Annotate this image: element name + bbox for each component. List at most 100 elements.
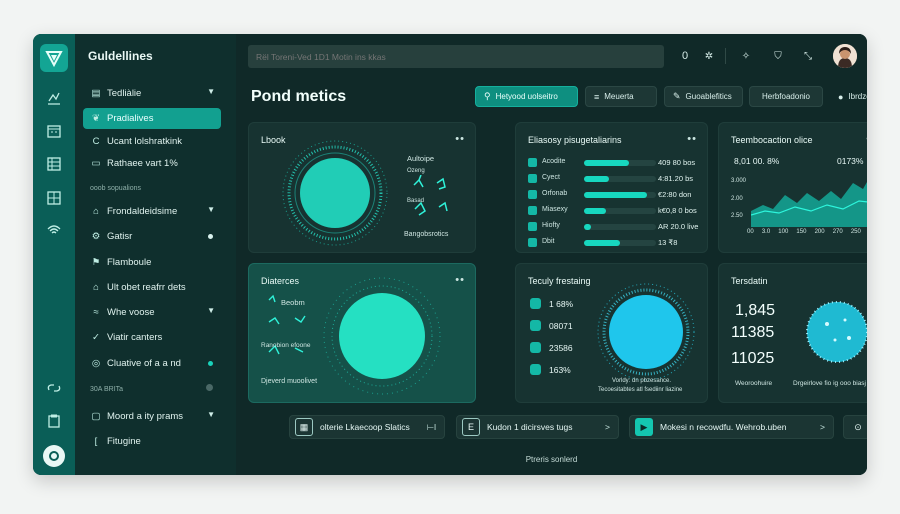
- bottom-button-mokesi[interactable]: ▶ Mokesi n recowdfu. Wehrob.uben >: [629, 415, 834, 439]
- more-icon[interactable]: ••: [687, 133, 697, 145]
- pen-icon: ✎: [673, 91, 681, 101]
- link-icon[interactable]: [45, 379, 63, 397]
- pill-guoable[interactable]: ✎ Guoablefitics: [664, 86, 743, 107]
- sidebar-item-gatisr[interactable]: ⚙ Gatisr: [83, 226, 221, 247]
- metric-icon: [528, 158, 537, 167]
- status-dot: [208, 234, 213, 239]
- sidebar-item-label: Moord a ity prams: [107, 411, 184, 422]
- sidebar-item-tedlialie[interactable]: ▤ Tedliàlie ▼: [83, 83, 221, 104]
- particle-orb: [282, 140, 388, 246]
- lbook-label: Ozeng: [407, 168, 425, 174]
- progress-fill: [584, 192, 648, 198]
- section-toggle[interactable]: [83, 381, 221, 395]
- sidebar-item-label: Viatir canters: [107, 332, 163, 343]
- teculy-item: 1 68%: [530, 298, 573, 309]
- wifi-icon[interactable]: [45, 221, 63, 239]
- sidebar-item-moord[interactable]: ▢ Moord a ity prams ▼: [83, 406, 221, 427]
- teculy-item: 08071: [530, 320, 573, 331]
- sidebar: Guldellines ▤ Tedliàlie ▼ ❦ Pradialives …: [75, 34, 236, 475]
- metric-row: Dbit 13 ₹8: [528, 237, 690, 249]
- app-title: Guldellines: [88, 49, 153, 63]
- particle-orb: [323, 277, 441, 395]
- circle-dot-icon: ⊙: [854, 421, 862, 432]
- y-tick: 2.00: [731, 196, 743, 202]
- card-diaterces: Diaterces •• Beobm Ranobion efoone Djeve…: [248, 263, 476, 403]
- count-text: 0: [681, 50, 689, 62]
- area-chart: [751, 182, 867, 227]
- sidebar-item-ult-obet[interactable]: ⌂ Ult obet reafrr dets: [83, 277, 221, 298]
- pill-label: Guoablefitics: [685, 92, 732, 101]
- lbook-caption: Bangobsrotics: [404, 231, 449, 238]
- sidebar-item-label: Tedliàlie: [107, 88, 142, 99]
- card-lbook: Lbook •• Aultoipe Ozeng Basad Bangobsrot…: [248, 122, 476, 253]
- logo-icon[interactable]: [40, 44, 68, 72]
- chevron-down-icon: ▼: [207, 306, 215, 315]
- sidebar-item-viatir[interactable]: ✓ Viatir canters: [83, 327, 221, 348]
- sidebar-item-whe-voose[interactable]: ≈ Whe voose ▼: [83, 302, 221, 323]
- flag-icon: ⚑: [91, 257, 101, 268]
- tersdatin-caption: Weoroohuire: [735, 380, 773, 387]
- tag-icon: ▭: [91, 158, 101, 169]
- star-icon[interactable]: ✧: [739, 49, 753, 63]
- settings-icon[interactable]: ✲: [702, 49, 716, 63]
- pill-meuerta[interactable]: ≡ Meuerta: [585, 86, 657, 107]
- grid-icon: ▦: [295, 418, 313, 436]
- footer-text: Ptreris sonlerd: [525, 455, 578, 464]
- bottom-button-next[interactable]: ⊙ →: [843, 415, 867, 439]
- more-icon[interactable]: ••: [455, 274, 465, 286]
- table-icon[interactable]: [45, 155, 63, 173]
- pill-label: Herbfoadonio: [761, 92, 811, 101]
- sidebar-item-ucant[interactable]: C Ucant lolshratkink: [83, 131, 221, 152]
- clipboard-icon[interactable]: [45, 412, 63, 430]
- metric-icon: [528, 206, 537, 215]
- card-tersdatin: Tersdatin 1,845 11385 11025 Weoroohuire …: [718, 263, 867, 403]
- pill-ibrdzo[interactable]: ● Ibrdzo: [829, 86, 867, 107]
- diaterces-caption: Djeverd muoolivet: [261, 378, 318, 385]
- progress-fill: [584, 224, 592, 230]
- metric-label: Hiofty: [542, 222, 560, 229]
- particle-orb: [806, 301, 867, 363]
- sidebar-item-flamboule[interactable]: ⚑ Flamboule: [83, 252, 221, 273]
- progress-fill: [584, 208, 606, 214]
- metric-row: Orfonab €2:80 don: [528, 189, 692, 201]
- sidebar-item-fitugine[interactable]: [ Fitugine: [83, 431, 221, 452]
- expand-icon[interactable]: ⤡: [801, 49, 815, 63]
- bottom-button-statics[interactable]: ▦ olterie Lkaecoop Slatics ⊢l: [289, 415, 445, 439]
- metric-row: Acodite 409 80 bos: [528, 157, 695, 169]
- x-tick: 200: [814, 229, 825, 235]
- sidebar-item-pradialives[interactable]: ❦ Pradialives: [83, 108, 221, 129]
- progress-track: [584, 192, 656, 198]
- metric-value: €2:80 don: [658, 190, 692, 199]
- sidebar-item-label: Ucant lolshratkink: [107, 136, 182, 147]
- avatar[interactable]: [833, 44, 857, 68]
- search-input[interactable]: [256, 51, 664, 62]
- grid-icon[interactable]: [45, 189, 63, 207]
- sidebar-item-cluative[interactable]: ◎ Cluative of a a nd: [83, 353, 221, 374]
- sidebar-item-frondal[interactable]: ⌂ Frondaldeidsime ▼: [83, 201, 221, 222]
- pill-herbfo[interactable]: Herbfoadonio: [749, 86, 823, 107]
- sidebar-item-label: Whe voose: [107, 307, 155, 318]
- x-tick: 3.0: [761, 229, 771, 235]
- water-icon: ≈: [93, 307, 99, 318]
- pill-search[interactable]: ⚲ Hetyood uolseitro: [475, 86, 578, 107]
- metric-label: Orfonab: [542, 190, 568, 197]
- sidebar-item-rathaee[interactable]: ▭ Rathaee vart 1%: [83, 153, 221, 174]
- search-bar[interactable]: [248, 45, 664, 68]
- divider: [725, 48, 726, 64]
- play-icon: ▶: [635, 418, 653, 436]
- calendar-icon[interactable]: [45, 122, 63, 140]
- status-dot: [208, 361, 213, 366]
- chart-icon[interactable]: [45, 89, 63, 107]
- teculy-value: 08071: [549, 320, 573, 331]
- more-icon[interactable]: ••: [866, 133, 867, 145]
- paper-icon: ▢: [91, 411, 101, 422]
- teculy-value: 163%: [549, 364, 571, 375]
- x-tick: 270: [832, 229, 843, 235]
- sidebar-item-label: Gatisr: [107, 231, 133, 242]
- bottom-button-kudon[interactable]: E Kudon 1 dicirsves tugs >: [456, 415, 619, 439]
- shield-icon[interactable]: ⛉: [771, 49, 785, 63]
- menu-icon: ≡: [594, 91, 600, 102]
- chevron-right-icon: >: [820, 422, 825, 432]
- circle-icon[interactable]: [43, 445, 65, 467]
- more-icon[interactable]: ••: [455, 133, 465, 145]
